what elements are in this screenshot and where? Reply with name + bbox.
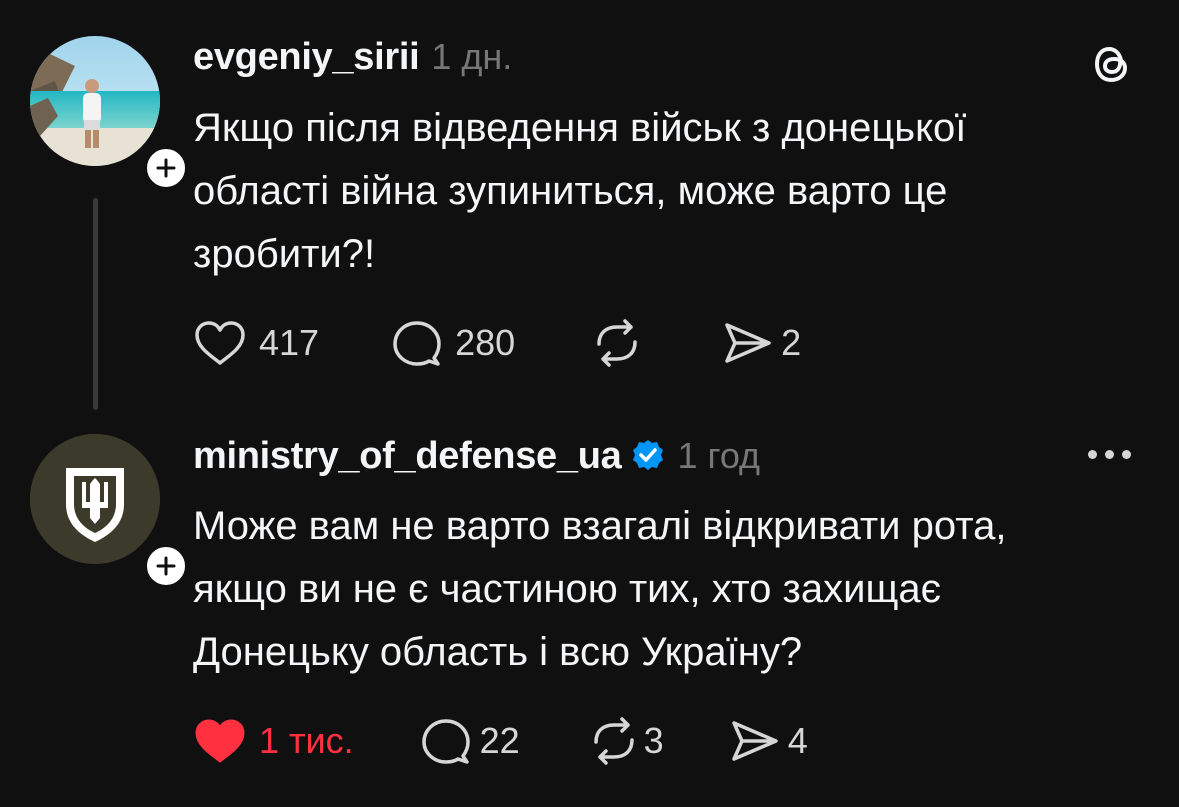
avatar-ministry[interactable] [30, 434, 190, 590]
comment-icon [391, 318, 443, 368]
send-icon [730, 719, 780, 763]
repost-icon [588, 716, 640, 766]
like-count: 417 [259, 322, 320, 363]
post-text-line: Якщо після відведення військ з донецької [193, 106, 967, 150]
share-button[interactable]: 2 [723, 321, 801, 365]
repost-button[interactable] [591, 318, 643, 368]
comment-count: 22 [479, 720, 520, 761]
like-button[interactable]: 1 тис. [193, 717, 354, 765]
post-text-line: області війна зупиниться, може варто це [193, 169, 948, 213]
comment-button[interactable]: 280 [391, 318, 515, 368]
action-bar: 417 280 2 [193, 318, 801, 368]
avatar-emblem [30, 434, 160, 564]
repost-button[interactable]: 3 [588, 716, 664, 766]
post-text-line: якщо ви не є частиною тих, хто захищає [193, 567, 942, 611]
comment-icon [420, 716, 472, 766]
post-text: Може вам не варто взагалі відкривати рот… [193, 495, 1153, 684]
post-text-line: Донецьку область і всю Україну? [193, 630, 803, 674]
threads-icon[interactable] [1090, 40, 1134, 93]
comment-button[interactable]: 22 [420, 716, 520, 766]
post-header: ministry_of_defense_ua 1 год [193, 434, 760, 478]
post-text-line: зробити?! [193, 232, 376, 276]
repost-count: 3 [643, 720, 664, 761]
plus-icon [156, 158, 176, 178]
like-button[interactable]: 417 [193, 319, 319, 367]
send-icon [723, 321, 773, 365]
timestamp[interactable]: 1 дн. [431, 36, 512, 78]
share-count: 4 [787, 720, 808, 761]
share-button[interactable]: 4 [730, 719, 808, 763]
username[interactable]: ministry_of_defense_ua [193, 435, 622, 478]
post-text: Якщо після відведення військ з донецької… [193, 97, 1153, 286]
avatar-photo [30, 36, 160, 166]
follow-plus-button[interactable] [142, 144, 190, 192]
more-options-icon[interactable] [1088, 450, 1131, 459]
share-count: 2 [781, 322, 802, 363]
follow-plus-button[interactable] [142, 542, 190, 590]
timestamp[interactable]: 1 год [677, 435, 760, 477]
verified-badge-icon [631, 438, 665, 477]
plus-icon [156, 556, 176, 576]
heart-filled-icon [193, 717, 247, 765]
post-header: evgeniy_sirii 1 дн. [193, 36, 512, 79]
like-count: 1 тис. [259, 720, 354, 761]
action-bar: 1 тис. 22 3 4 [193, 716, 808, 766]
thread-line [93, 198, 98, 410]
post-text-line: Може вам не варто взагалі відкривати рот… [193, 504, 1007, 548]
comment-count: 280 [455, 322, 516, 363]
avatar-evgeniy[interactable] [30, 36, 190, 192]
heart-icon [193, 319, 247, 367]
repost-icon [591, 318, 643, 368]
username[interactable]: evgeniy_sirii [193, 36, 420, 79]
